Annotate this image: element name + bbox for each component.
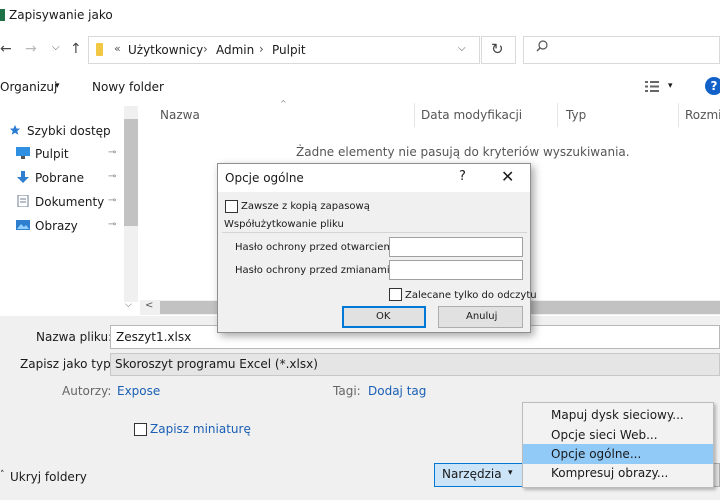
sidebar-item-label: Obrazy [35, 219, 78, 233]
ok-button-label: OK [376, 311, 391, 322]
download-icon [17, 171, 29, 183]
filetype-select[interactable]: Skoroszyt programu Excel (*.xlsx) [110, 353, 720, 376]
menu-item-label: Mapuj dysk sieciowy... [551, 408, 684, 422]
tools-label: Narzędzia [442, 467, 502, 481]
sidebar-item-downloads[interactable]: Pobrane ⊸ [0, 168, 124, 190]
open-password-label: Hasło ochrony przed otwarciem: [235, 242, 397, 253]
modify-password-field[interactable] [389, 260, 523, 280]
backup-checkbox[interactable] [225, 200, 238, 213]
filename-label: Nazwa pliku: [36, 330, 113, 344]
readonly-label[interactable]: Zalecane tylko do odczytu [405, 290, 537, 301]
tags-label: Tagi: [333, 384, 361, 398]
section-divider [222, 232, 527, 233]
tags-field[interactable]: Dodaj tag [368, 384, 426, 398]
address-dropdown-icon[interactable]: ⌵ [458, 43, 466, 54]
pin-icon: ⊸ [108, 219, 117, 230]
dialog-help-button[interactable]: ? [459, 169, 466, 184]
chevron-down-icon[interactable]: ▾ [55, 81, 60, 91]
menu-item-general-options[interactable]: Opcje ogólne... [523, 444, 713, 464]
empty-list-message: Żadne elementy nie pasują do kryteriów w… [296, 145, 630, 159]
sidebar-item-label: Pobrane [35, 171, 85, 185]
sort-indicator-icon: ^ [280, 99, 287, 108]
breadcrumb-separator-icon[interactable]: › [259, 42, 264, 56]
breadcrumb-users[interactable]: Użytkownicy [128, 43, 203, 57]
filetype-label: Zapisz jako typ: [20, 357, 115, 371]
forward-button[interactable]: → [25, 41, 37, 57]
menu-item-map-network-drive[interactable]: Mapuj dysk sieciowy... [523, 405, 713, 425]
recent-locations-button[interactable]: ⌵ [52, 42, 60, 53]
breadcrumb-separator-icon[interactable]: › [203, 42, 208, 56]
save-thumbnail-checkbox[interactable] [134, 423, 147, 436]
pin-icon: ⊸ [108, 147, 117, 158]
window-title: Zapisywanie jako [9, 8, 113, 22]
folder-icon [96, 43, 103, 56]
sidebar-item-desktop[interactable]: Pulpit ⊸ [0, 144, 124, 166]
sidebar-item-documents[interactable]: Dokumenty ⊸ [0, 192, 124, 214]
column-header-date[interactable]: Data modyfikacji [421, 108, 522, 122]
view-options-icon[interactable] [645, 81, 659, 92]
desktop-icon [16, 147, 30, 159]
chevron-up-icon[interactable]: ˄ [0, 470, 8, 480]
chevron-down-icon: ▾ [508, 468, 513, 478]
cancel-button-label: Anuluj [466, 311, 498, 322]
menu-item-label: Kompresuj obrazy... [551, 466, 669, 480]
readonly-checkbox[interactable] [389, 288, 402, 301]
pin-icon: ⊸ [108, 171, 117, 182]
new-folder-button[interactable]: Nowy folder [92, 80, 164, 94]
sidebar-item-quick-access[interactable]: Szybki dostęp [0, 121, 124, 143]
authors-field[interactable]: Expose [117, 384, 160, 398]
excel-icon [0, 9, 5, 21]
menu-item-label: Opcje sieci Web... [551, 428, 658, 442]
breadcrumb-overflow-icon[interactable]: « [114, 42, 121, 55]
menu-item-label: Opcje ogólne... [551, 447, 642, 461]
sidebar-item-pictures[interactable]: Obrazy ⊸ [0, 216, 124, 238]
document-icon [17, 195, 29, 207]
pin-icon: ⊸ [108, 195, 117, 206]
hide-folders-button[interactable]: Ukryj foldery [10, 470, 87, 484]
modify-password-label: Hasło ochrony przed zmianami: [235, 265, 394, 276]
column-divider[interactable] [414, 103, 415, 127]
close-icon[interactable]: ✕ [501, 167, 514, 186]
sidebar-item-label: Pulpit [35, 147, 69, 161]
column-divider[interactable] [557, 103, 558, 127]
breadcrumb-desktop[interactable]: Pulpit [272, 43, 306, 57]
search-input[interactable] [523, 36, 720, 64]
organize-button[interactable]: Organizuj [0, 80, 57, 94]
menu-item-compress-pictures[interactable]: Kompresuj obrazy... [523, 463, 713, 483]
help-icon[interactable]: ? [705, 77, 720, 95]
column-divider[interactable] [678, 103, 679, 127]
save-thumbnail-label[interactable]: Zapisz miniaturę [150, 422, 251, 436]
sidebar-item-label: Dokumenty [35, 195, 105, 209]
back-button[interactable]: ← [0, 41, 12, 57]
backup-label[interactable]: Zawsze z kopią zapasową [241, 201, 370, 212]
chevron-down-icon[interactable]: ▾ [668, 81, 673, 91]
sharing-heading: Współużytkowanie pliku [224, 219, 344, 230]
sidebar-item-label: Szybki dostęp [27, 124, 111, 138]
column-header-size[interactable]: Rozmiar [685, 108, 720, 122]
breadcrumb-admin[interactable]: Admin [216, 43, 254, 57]
scroll-left-icon[interactable]: < [145, 300, 153, 311]
dialog-title: Opcje ogólne [225, 171, 304, 185]
pictures-icon [16, 220, 30, 230]
authors-label: Autorzy: [62, 384, 112, 398]
search-icon [536, 40, 548, 52]
sidebar-scroll-thumb[interactable] [124, 119, 138, 226]
menu-item-web-options[interactable]: Opcje sieci Web... [523, 425, 713, 445]
scroll-down-icon[interactable]: ⌵ [125, 300, 132, 310]
up-button[interactable]: ↑ [70, 41, 82, 57]
open-password-field[interactable] [389, 237, 523, 257]
refresh-icon[interactable]: ↻ [491, 40, 504, 58]
column-header-name[interactable]: Nazwa [160, 108, 200, 122]
star-icon [9, 124, 21, 135]
column-header-type[interactable]: Typ [566, 108, 586, 122]
